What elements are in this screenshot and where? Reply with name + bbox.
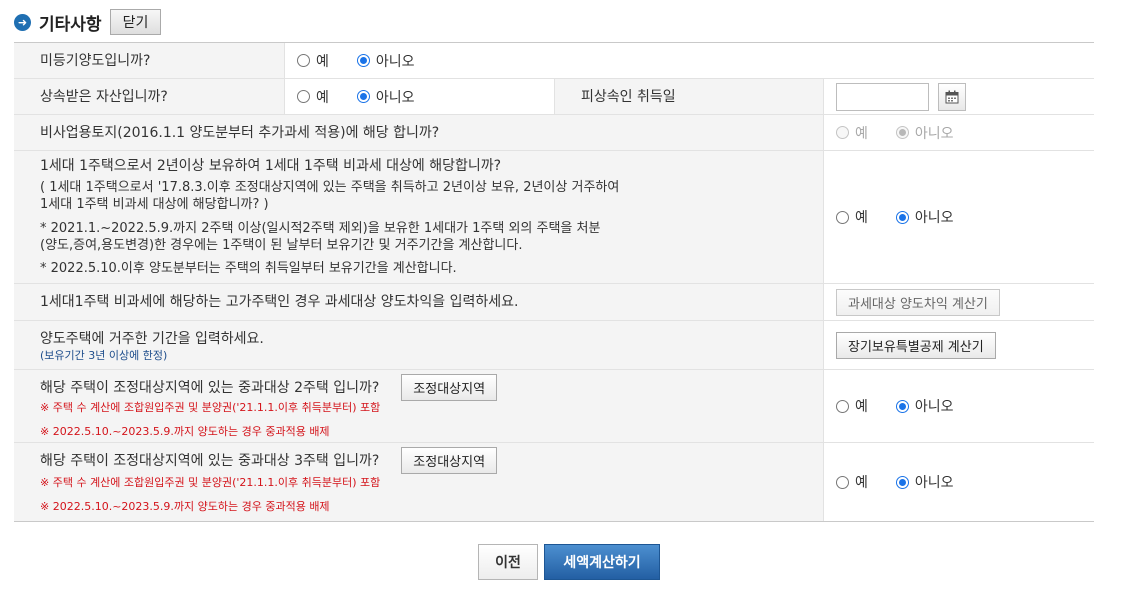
- question-one-house: 1세대 1주택으로서 2년이상 보유하여 1세대 1주택 비과세 대상에 해당합…: [40, 158, 502, 174]
- calendar-icon: [945, 90, 959, 103]
- question-two-houses: 해당 주택이 조정대상지역에 있는 중과대상 2주택 입니까?: [40, 379, 380, 396]
- radio-group-nonbusiness: 예 아니오: [836, 123, 982, 143]
- radio-inherited-yes[interactable]: 예: [297, 87, 329, 107]
- note-heavy-tax-exclusion-two: ※ 2022.5.10.~2023.5.9.까지 양도하는 경우 중과적용 배제: [40, 425, 330, 438]
- section-title: 기타사항: [39, 14, 102, 35]
- taxable-gain-calculator-button[interactable]: 과세대상 양도차익 계산기: [836, 288, 1000, 316]
- radio-three-houses-yes[interactable]: 예: [836, 472, 868, 492]
- note-holding-period-2022: * 2022.5.10.이후 양도분부터는 주택의 취득일부터 보유기간을 계산…: [40, 261, 457, 276]
- radio-label-yes: 예: [855, 125, 868, 142]
- note-holding-period-line1: * 2021.1.~2022.5.9.까지 2주택 이상(일시적2주택 제외)을…: [40, 221, 601, 236]
- question-unregistered: 미등기양도입니까?: [40, 52, 151, 69]
- note-house-count-two: ※ 주택 수 계산에 조합원입주권 및 분양권('21.1.1.이후 취득분부터…: [40, 401, 381, 414]
- radio-circle: [836, 126, 849, 139]
- note-house-count-three: ※ 주택 수 계산에 조합원입주권 및 분양권('21.1.1.이후 취득분부터…: [40, 476, 381, 489]
- radio-circle: [297, 54, 310, 67]
- radio-two-houses-no[interactable]: 아니오: [895, 396, 954, 416]
- radio-label-yes: 예: [855, 210, 868, 226]
- footer-actions: 이전 세액계산하기: [0, 544, 1128, 580]
- radio-one-house-no[interactable]: 아니오: [895, 207, 954, 227]
- long-term-deduction-calculator-button[interactable]: 장기보유특별공제 계산기: [836, 331, 996, 359]
- radio-group-three-houses: 예 아니오: [836, 472, 982, 492]
- question-three-houses: 해당 주택이 조정대상지역에 있는 중과대상 3주택 입니까?: [40, 452, 380, 469]
- label-acquisition-date: 피상속인 취득일: [581, 88, 676, 105]
- question-residence-period: 양도주택에 거주한 기간을 입력하세요.: [40, 331, 264, 347]
- arrow-right-circle-icon: ➜: [14, 13, 31, 31]
- row-residence-period: 양도주택에 거주한 기간을 입력하세요. (보유기간 3년 이상에 한정) 장기…: [14, 321, 1094, 370]
- radio-group-one-house: 예 아니오: [836, 207, 982, 227]
- radio-group-two-houses: 예 아니오: [836, 396, 982, 416]
- row-inherited-asset: 상속받은 자산입니까? 예 아니오 피상속인 취득일: [14, 79, 1094, 115]
- radio-three-houses-no[interactable]: 아니오: [895, 472, 954, 492]
- question-inherited: 상속받은 자산입니까?: [40, 88, 168, 105]
- radio-label-yes: 예: [316, 89, 329, 106]
- row-unregistered-transfer: 미등기양도입니까? 예 아니오: [14, 43, 1094, 79]
- radio-label-yes: 예: [855, 475, 868, 491]
- question-nonbusiness: 비사업용토지(2016.1.1 양도분부터 추가과세 적용)에 해당 합니까?: [40, 124, 440, 141]
- radio-label-no: 아니오: [375, 53, 415, 70]
- row-nonbusiness-land: 비사업용토지(2016.1.1 양도분부터 추가과세 적용)에 해당 합니까? …: [14, 115, 1094, 151]
- radio-unregistered-no[interactable]: 아니오: [356, 51, 415, 71]
- close-button[interactable]: 닫기: [109, 9, 162, 35]
- radio-label-no: 아니오: [914, 125, 954, 142]
- radio-nonbusiness-yes[interactable]: 예: [836, 123, 868, 143]
- radio-label-no: 아니오: [375, 89, 415, 106]
- radio-circle: [356, 54, 370, 67]
- radio-label-no: 아니오: [914, 210, 954, 226]
- question-luxury-house: 1세대1주택 비과세에 해당하는 고가주택인 경우 과세대상 양도차익을 입력하…: [40, 294, 519, 310]
- radio-inherited-no[interactable]: 아니오: [356, 87, 415, 107]
- previous-button[interactable]: 이전: [478, 544, 538, 580]
- radio-circle: [895, 126, 909, 139]
- radio-label-no: 아니오: [914, 475, 954, 491]
- radio-circle: [836, 399, 849, 413]
- radio-circle: [895, 210, 909, 224]
- radio-one-house-yes[interactable]: 예: [836, 207, 868, 227]
- note-one-house-line2: 1세대 1주택 비과세 대상에 해당합니까? ): [40, 197, 269, 212]
- row-adjusted-area-two-houses: 해당 주택이 조정대상지역에 있는 중과대상 2주택 입니까? 조정대상지역 ※…: [14, 370, 1094, 443]
- radio-unregistered-yes[interactable]: 예: [297, 51, 329, 71]
- radio-circle: [297, 90, 310, 103]
- note-heavy-tax-exclusion-three: ※ 2022.5.10.~2023.5.9.까지 양도하는 경우 중과적용 배제: [40, 500, 330, 513]
- note-holding-period-line2: (양도,증여,용도변경)한 경우에는 1주택이 된 날부터 보유기간 및 거주기…: [40, 238, 523, 253]
- radio-label-no: 아니오: [914, 399, 954, 415]
- radio-label-yes: 예: [316, 53, 329, 70]
- radio-nonbusiness-no[interactable]: 아니오: [895, 123, 954, 143]
- row-adjusted-area-three-houses: 해당 주택이 조정대상지역에 있는 중과대상 3주택 입니까? 조정대상지역 ※…: [14, 443, 1094, 521]
- note-one-house-line1: ( 1세대 1주택으로서 '17.8.3.이후 조정대상지역에 있는 주택을 취…: [40, 180, 620, 195]
- radio-circle: [356, 90, 370, 103]
- radio-circle: [836, 475, 849, 489]
- row-luxury-house: 1세대1주택 비과세에 해당하는 고가주택인 경우 과세대상 양도차익을 입력하…: [14, 284, 1094, 321]
- radio-group-inherited: 예 아니오: [297, 87, 443, 107]
- calculate-tax-button[interactable]: 세액계산하기: [544, 544, 660, 580]
- note-residence-period: (보유기간 3년 이상에 한정): [40, 349, 168, 362]
- radio-two-houses-yes[interactable]: 예: [836, 396, 868, 416]
- radio-circle: [895, 475, 909, 489]
- adjusted-area-button-two[interactable]: 조정대상지역: [401, 374, 498, 401]
- row-one-house-exemption: 1세대 1주택으로서 2년이상 보유하여 1세대 1주택 비과세 대상에 해당합…: [14, 151, 1094, 284]
- radio-group-unregistered: 예 아니오: [297, 51, 443, 71]
- adjusted-area-button-three[interactable]: 조정대상지역: [401, 447, 498, 474]
- radio-label-yes: 예: [855, 399, 868, 415]
- acquisition-date-input[interactable]: [836, 82, 929, 111]
- section-header: ➜ 기타사항 닫기: [14, 6, 162, 38]
- other-items-form: 미등기양도입니까? 예 아니오 상속받은 자산입니까? 예 아니오 피상속인 취…: [14, 42, 1094, 522]
- radio-circle: [895, 399, 909, 413]
- radio-circle: [836, 210, 849, 224]
- calendar-button[interactable]: [938, 82, 966, 111]
